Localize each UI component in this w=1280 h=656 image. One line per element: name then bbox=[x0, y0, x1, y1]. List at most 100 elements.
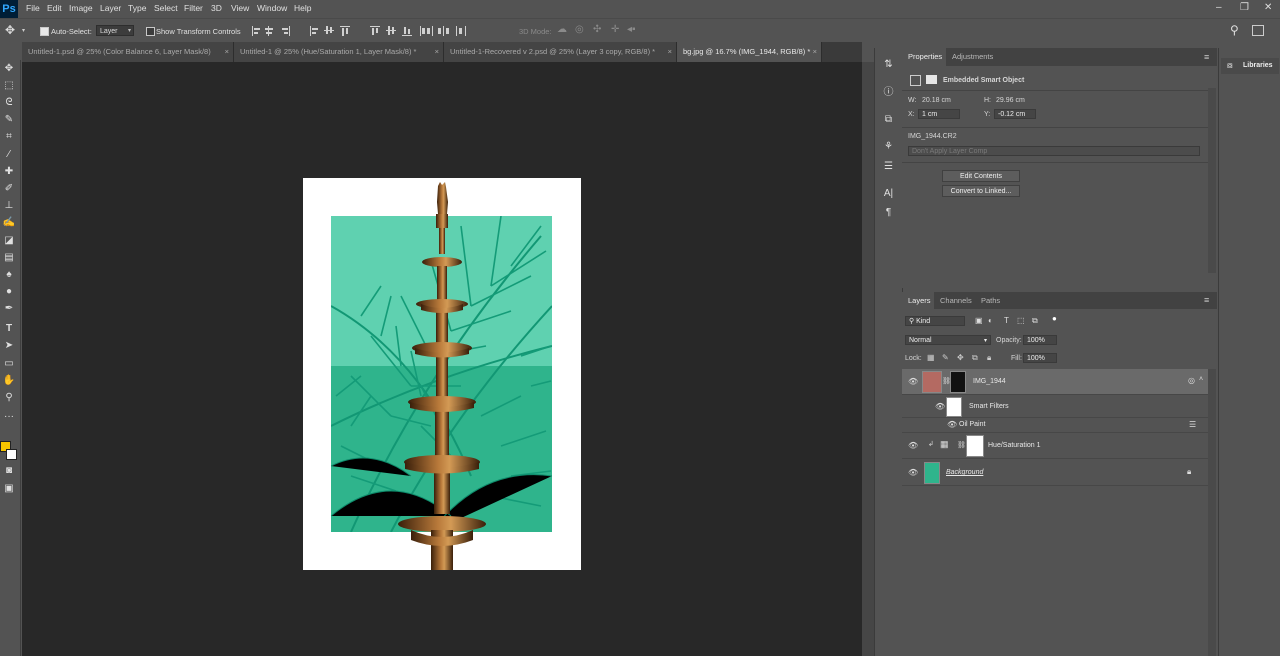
menu-file[interactable]: File bbox=[26, 3, 40, 13]
blend-mode-dropdown[interactable]: Normal ▾ bbox=[905, 335, 991, 345]
menu-help[interactable]: Help bbox=[294, 3, 311, 13]
layer-row-oil-paint[interactable]: 👁︎ Oil Paint ☰ bbox=[902, 418, 1208, 433]
background-color-swatch[interactable] bbox=[6, 449, 17, 460]
lock-transparent-icon[interactable]: ▦ bbox=[927, 353, 935, 362]
pixel-filter-icon[interactable]: ▣ bbox=[975, 316, 983, 325]
visibility-eye-icon[interactable]: 👁︎ bbox=[908, 441, 918, 450]
quick-select-tool-icon[interactable]: ✎ bbox=[2, 113, 16, 127]
info-panel-icon[interactable]: ⓘ bbox=[882, 86, 895, 99]
blur-tool-icon[interactable]: ♠ bbox=[2, 268, 16, 282]
menu-filter[interactable]: Filter bbox=[184, 3, 203, 13]
menu-type[interactable]: Type bbox=[128, 3, 146, 13]
zoom-tool-icon[interactable]: ⚲ bbox=[2, 391, 16, 405]
paragraph-panel-icon[interactable]: ¶ bbox=[882, 206, 895, 219]
menu-3d[interactable]: 3D bbox=[211, 3, 222, 13]
chevron-up-icon[interactable]: ˄ bbox=[1199, 376, 1203, 383]
close-tab-icon[interactable]: × bbox=[668, 42, 672, 62]
quick-mask-icon[interactable]: ◙ bbox=[2, 464, 16, 478]
shape-filter-icon[interactable]: ⬚ bbox=[1017, 316, 1025, 325]
lock-position-icon[interactable]: ✥ bbox=[957, 353, 964, 362]
tab-layers[interactable]: Layers bbox=[902, 292, 937, 309]
dodge-tool-icon[interactable]: ● bbox=[2, 285, 16, 299]
tab-channels[interactable]: Channels bbox=[934, 292, 978, 309]
scale-3d-icon[interactable]: ◂▪ bbox=[627, 24, 636, 35]
screen-mode-icon[interactable]: ▣ bbox=[2, 482, 16, 496]
slide-3d-icon[interactable]: ✛ bbox=[611, 24, 619, 35]
fill-field[interactable]: 100% bbox=[1023, 353, 1057, 363]
layer-row-background[interactable]: 👁︎ Background 🔒︎ bbox=[902, 459, 1208, 486]
tab-untitled-1-recovered[interactable]: Untitled-1-Recovered v 2.psd @ 25% (Laye… bbox=[444, 42, 677, 62]
menu-view[interactable]: View bbox=[231, 3, 249, 13]
panel-divider[interactable] bbox=[862, 62, 874, 656]
layer-row-img-1944[interactable]: 👁︎ ⛓ IMG_1944 ◎ ˄ bbox=[902, 369, 1208, 395]
opacity-field[interactable]: 100% bbox=[1023, 335, 1057, 345]
lock-all-icon[interactable]: 🔒︎ bbox=[987, 353, 991, 363]
libraries-button[interactable]: ⧇ Libraries bbox=[1221, 58, 1279, 74]
smart-filter-icon[interactable]: ◎ bbox=[1188, 376, 1195, 385]
close-tab-icon[interactable]: × bbox=[813, 42, 817, 62]
minimize-button[interactable]: – bbox=[1216, 2, 1222, 13]
visibility-eye-icon[interactable]: 👁︎ bbox=[908, 377, 918, 386]
visibility-eye-icon[interactable]: 👁︎ bbox=[935, 402, 945, 411]
clone-source-panel-icon[interactable]: ⧉ bbox=[882, 113, 895, 126]
type-tool-icon[interactable]: T bbox=[2, 322, 16, 336]
filter-blending-options-icon[interactable]: ☰ bbox=[1189, 420, 1196, 429]
history-brush-tool-icon[interactable]: ✍ bbox=[2, 216, 16, 230]
clone-stamp-tool-icon[interactable]: ⊥ bbox=[2, 199, 16, 213]
layer-comp-dropdown[interactable]: Don't Apply Layer Comp bbox=[908, 146, 1200, 156]
menu-edit[interactable]: Edit bbox=[47, 3, 62, 13]
more-tools-icon[interactable]: ··· bbox=[2, 410, 16, 424]
height-value[interactable]: 29.96 cm bbox=[996, 97, 1025, 104]
lock-image-icon[interactable]: ✎ bbox=[942, 353, 949, 362]
filter-toggle-icon[interactable]: ● bbox=[1052, 314, 1057, 323]
mask-icon[interactable] bbox=[926, 75, 937, 84]
menu-image[interactable]: Image bbox=[69, 3, 93, 13]
y-field[interactable]: -0.12 cm bbox=[994, 109, 1036, 119]
healing-brush-tool-icon[interactable]: ✚ bbox=[2, 165, 16, 179]
tab-paths[interactable]: Paths bbox=[975, 292, 1007, 309]
eyedropper-tool-icon[interactable]: ⁄ bbox=[2, 148, 16, 162]
chevron-down-icon[interactable]: ▾ bbox=[22, 27, 25, 34]
layer-row-smart-filters[interactable]: 👁︎ Smart Filters bbox=[902, 395, 1208, 418]
tab-bg-jpg[interactable]: bg.jpg @ 16.7% (IMG_1944, RGB/8) * × bbox=[677, 42, 822, 62]
orbit-3d-icon[interactable]: ☁ bbox=[557, 24, 567, 35]
workspace-icon[interactable] bbox=[1252, 25, 1264, 36]
link-icon[interactable]: ⛓ bbox=[957, 441, 966, 449]
move-icon[interactable]: ✥ bbox=[5, 23, 15, 37]
brush-settings-icon[interactable]: ⚘ bbox=[882, 140, 895, 153]
type-filter-icon[interactable]: T bbox=[1004, 316, 1009, 325]
crop-tool-icon[interactable]: ⌗ bbox=[2, 130, 16, 144]
lock-artboard-icon[interactable]: ⧉ bbox=[972, 353, 978, 363]
layers-scrollbar[interactable] bbox=[1208, 369, 1216, 656]
panel-menu-icon[interactable]: ≡ bbox=[1204, 295, 1209, 305]
tab-untitled-1[interactable]: Untitled-1 @ 25% (Hue/Saturation 1, Laye… bbox=[234, 42, 444, 62]
close-tab-icon[interactable]: × bbox=[435, 42, 439, 62]
move-tool-icon[interactable]: ✥ bbox=[2, 62, 16, 76]
kind-filter-dropdown[interactable]: ⚲ Kind bbox=[905, 316, 965, 326]
align-icons[interactable] bbox=[252, 25, 507, 37]
search-icon[interactable]: ⚲ bbox=[1230, 23, 1239, 37]
eraser-tool-icon[interactable]: ◪ bbox=[2, 234, 16, 248]
tab-properties[interactable]: Properties bbox=[902, 48, 949, 66]
pen-tool-icon[interactable]: ✒ bbox=[2, 302, 16, 316]
layer-row-hue-saturation[interactable]: 👁︎ ↲ ▦ ⛓ Hue/Saturation 1 bbox=[902, 433, 1208, 459]
panel-menu-icon[interactable]: ≡ bbox=[1204, 52, 1209, 62]
history-panel-icon[interactable]: ⇅ bbox=[882, 58, 895, 71]
x-field[interactable]: 1 cm bbox=[918, 109, 960, 119]
path-selection-tool-icon[interactable]: ➤ bbox=[2, 339, 16, 353]
edit-contents-button[interactable]: Edit Contents bbox=[942, 170, 1020, 182]
close-button[interactable]: ✕ bbox=[1264, 2, 1272, 13]
pan-3d-icon[interactable]: ✣ bbox=[593, 24, 601, 35]
marquee-tool-icon[interactable]: ⬚ bbox=[2, 79, 16, 93]
visibility-eye-icon[interactable]: 👁︎ bbox=[908, 468, 918, 477]
restore-button[interactable]: ❐ bbox=[1240, 2, 1249, 13]
menu-window[interactable]: Window bbox=[257, 3, 287, 13]
tab-untitled-1-psd[interactable]: Untitled-1.psd @ 25% (Color Balance 6, L… bbox=[22, 42, 234, 62]
transform-controls-checkbox[interactable] bbox=[146, 27, 155, 36]
auto-select-checkbox[interactable] bbox=[40, 27, 49, 36]
properties-scrollbar[interactable] bbox=[1208, 88, 1216, 273]
auto-select-dropdown[interactable]: Layer ▾ bbox=[96, 25, 134, 36]
brush-tool-icon[interactable]: ✐ bbox=[2, 182, 16, 196]
rectangle-tool-icon[interactable]: ▭ bbox=[2, 357, 16, 371]
menu-layer[interactable]: Layer bbox=[100, 3, 121, 13]
